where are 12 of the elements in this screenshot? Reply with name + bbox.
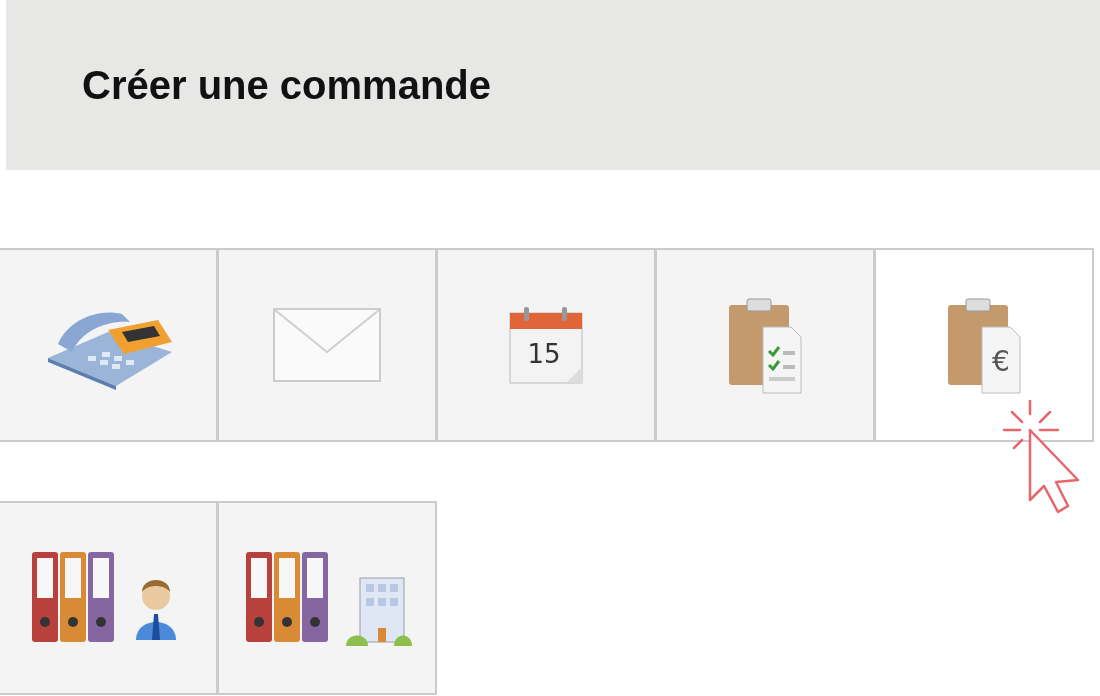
order-type-tile[interactable] — [655, 248, 875, 442]
order-type-tile[interactable] — [0, 248, 218, 442]
order-type-tile[interactable]: 15 — [436, 248, 656, 442]
currency-symbol: € — [992, 345, 1010, 378]
page-title: Créer une commande — [82, 62, 492, 109]
order-type-tile[interactable] — [0, 501, 218, 695]
envelope-icon — [273, 308, 381, 382]
calendar-date: 15 — [527, 339, 561, 369]
order-type-tile[interactable] — [217, 248, 437, 442]
order-type-tile[interactable] — [217, 501, 437, 695]
clipboard-document-icon — [948, 298, 1021, 394]
calendar-icon — [509, 307, 583, 384]
